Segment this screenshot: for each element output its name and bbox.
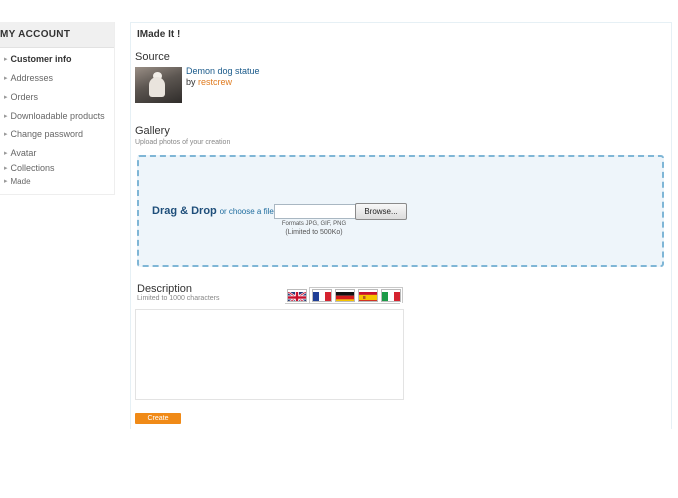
source-heading: Source [135, 51, 170, 63]
sidebar-item-collections[interactable]: ▸ Collections [4, 163, 55, 173]
chevron-right-icon: ▸ [4, 94, 8, 101]
description-heading: Description [137, 283, 193, 295]
chevron-right-icon: ▸ [4, 178, 8, 185]
sidebar-item-change-password[interactable]: ▸ Change password [4, 129, 83, 139]
size-limit-note: (Limited to 500Ko) [285, 229, 343, 236]
chevron-right-icon: ▸ [4, 75, 8, 82]
description-subtitle: Limited to 1000 characters [137, 295, 220, 302]
sidebar-item-orders[interactable]: ▸ Orders [4, 92, 38, 102]
browse-button[interactable]: Browse... [355, 203, 407, 220]
de-flag-icon[interactable] [335, 289, 355, 302]
gallery-subtitle: Upload photos of your creation [135, 139, 231, 146]
sidebar-item-customer-info[interactable]: ▸ Customer info [4, 54, 72, 64]
drag-drop-label: Drag & Drop [152, 205, 217, 217]
source-by-label: by [186, 77, 196, 87]
sidebar-item-label: Downloadable products [10, 111, 105, 121]
chevron-right-icon: ▸ [4, 131, 8, 138]
fr-flag-icon[interactable] [312, 289, 332, 302]
source-author: by restcrew [186, 77, 232, 87]
page-title: IMade It ! [137, 29, 181, 40]
sidebar-item-label: Collections [10, 163, 55, 173]
sidebar-item-label: Change password [10, 129, 84, 139]
file-path-input[interactable] [274, 204, 356, 219]
es-flag-icon[interactable] [358, 289, 378, 302]
language-tabs [285, 287, 403, 304]
sidebar-item-label: Made [10, 177, 31, 186]
chevron-right-icon: ▸ [4, 150, 8, 157]
description-textarea[interactable] [135, 309, 404, 400]
formats-note: Formats JPG, GIF, PNG [281, 221, 347, 227]
chevron-right-icon: ▸ [4, 113, 8, 120]
account-sidebar: MY ACCOUNT ▸ Customer info ▸ Addresses ▸ Or… [0, 22, 115, 195]
dropzone-prompt: Drag & Drop or choose a file: [152, 205, 276, 217]
it-flag-icon[interactable] [381, 289, 401, 302]
gallery-heading: Gallery [135, 125, 170, 137]
imade-it-panel: IMade It ! Source Demon dog statue by re… [130, 22, 672, 429]
chevron-right-icon: ▸ [4, 165, 8, 172]
sidebar-item-label: Addresses [10, 73, 54, 83]
sidebar-item-avatar[interactable]: ▸ Avatar [4, 148, 36, 158]
create-button[interactable]: Create [135, 413, 181, 424]
en-flag-icon[interactable] [287, 289, 307, 302]
source-thumbnail[interactable] [135, 67, 182, 103]
source-author-link[interactable]: restcrew [198, 77, 232, 87]
sidebar-item-made[interactable]: ▸ Made [4, 177, 31, 186]
chevron-right-icon: ▸ [4, 56, 8, 63]
sidebar-item-addresses[interactable]: ▸ Addresses [4, 73, 53, 83]
sidebar-item-downloadable-products[interactable]: ▸ Downloadable products [4, 111, 105, 121]
choose-file-label: or choose a file: [219, 207, 277, 216]
sidebar-title: MY ACCOUNT [0, 22, 114, 48]
sidebar-item-label: Customer info [10, 54, 72, 64]
photo-dropzone[interactable]: Drag & Drop or choose a file: Browse... … [137, 155, 664, 267]
sidebar-item-label: Orders [10, 92, 39, 102]
sidebar-item-label: Avatar [10, 148, 37, 158]
source-item-link[interactable]: Demon dog statue [186, 66, 260, 76]
